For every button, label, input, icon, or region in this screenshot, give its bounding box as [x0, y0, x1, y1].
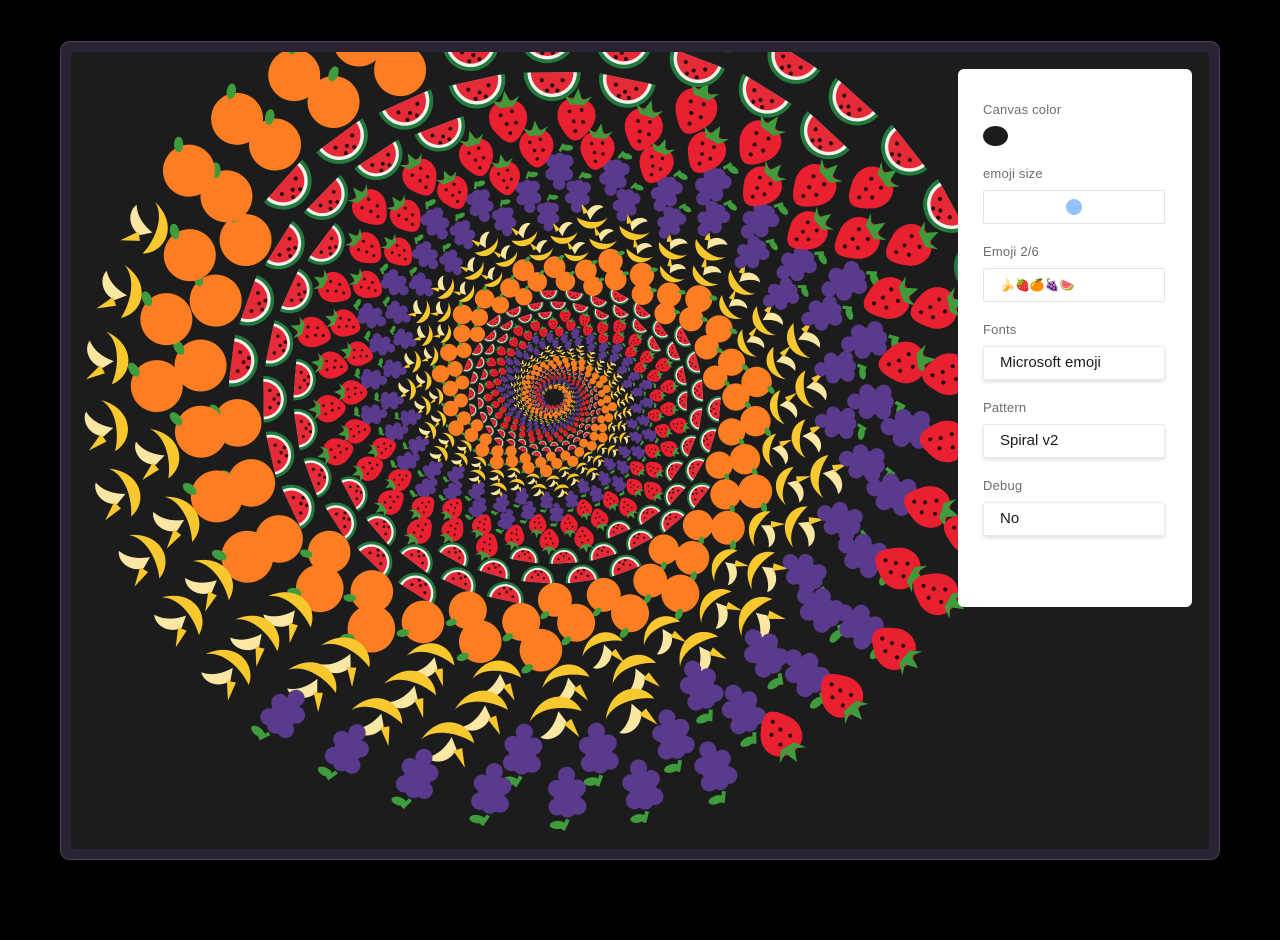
fonts-select[interactable]: Microsoft emoji	[983, 346, 1165, 380]
canvas-stage: Canvas color emoji size Emoji 2/6 Fonts …	[71, 52, 1209, 849]
emoji-input[interactable]	[984, 269, 1164, 301]
canvas-color-label: Canvas color	[983, 102, 1062, 117]
emoji-field: Emoji 2/6	[983, 244, 1167, 302]
pattern-field: Pattern Spiral v2	[983, 400, 1167, 458]
debug-field: Debug No	[983, 478, 1167, 536]
canvas-color-picker[interactable]	[983, 126, 1008, 146]
pattern-label: Pattern	[983, 400, 1027, 415]
emoji-size-label: emoji size	[983, 166, 1043, 181]
canvas-color-field: Canvas color	[983, 102, 1167, 146]
pattern-select[interactable]: Spiral v2	[983, 424, 1165, 458]
fonts-field: Fonts Microsoft emoji	[983, 322, 1167, 380]
app-window: Canvas color emoji size Emoji 2/6 Fonts …	[60, 41, 1220, 860]
debug-label: Debug	[983, 478, 1023, 493]
emoji-label: Emoji 2/6	[983, 244, 1039, 259]
emoji-input-box[interactable]	[983, 268, 1165, 302]
settings-panel: Canvas color emoji size Emoji 2/6 Fonts …	[958, 69, 1192, 607]
debug-select[interactable]: No	[983, 502, 1165, 536]
emoji-size-slider[interactable]	[983, 190, 1165, 224]
emoji-size-field: emoji size	[983, 166, 1167, 224]
slider-thumb[interactable]	[1066, 199, 1082, 215]
fonts-label: Fonts	[983, 322, 1017, 337]
